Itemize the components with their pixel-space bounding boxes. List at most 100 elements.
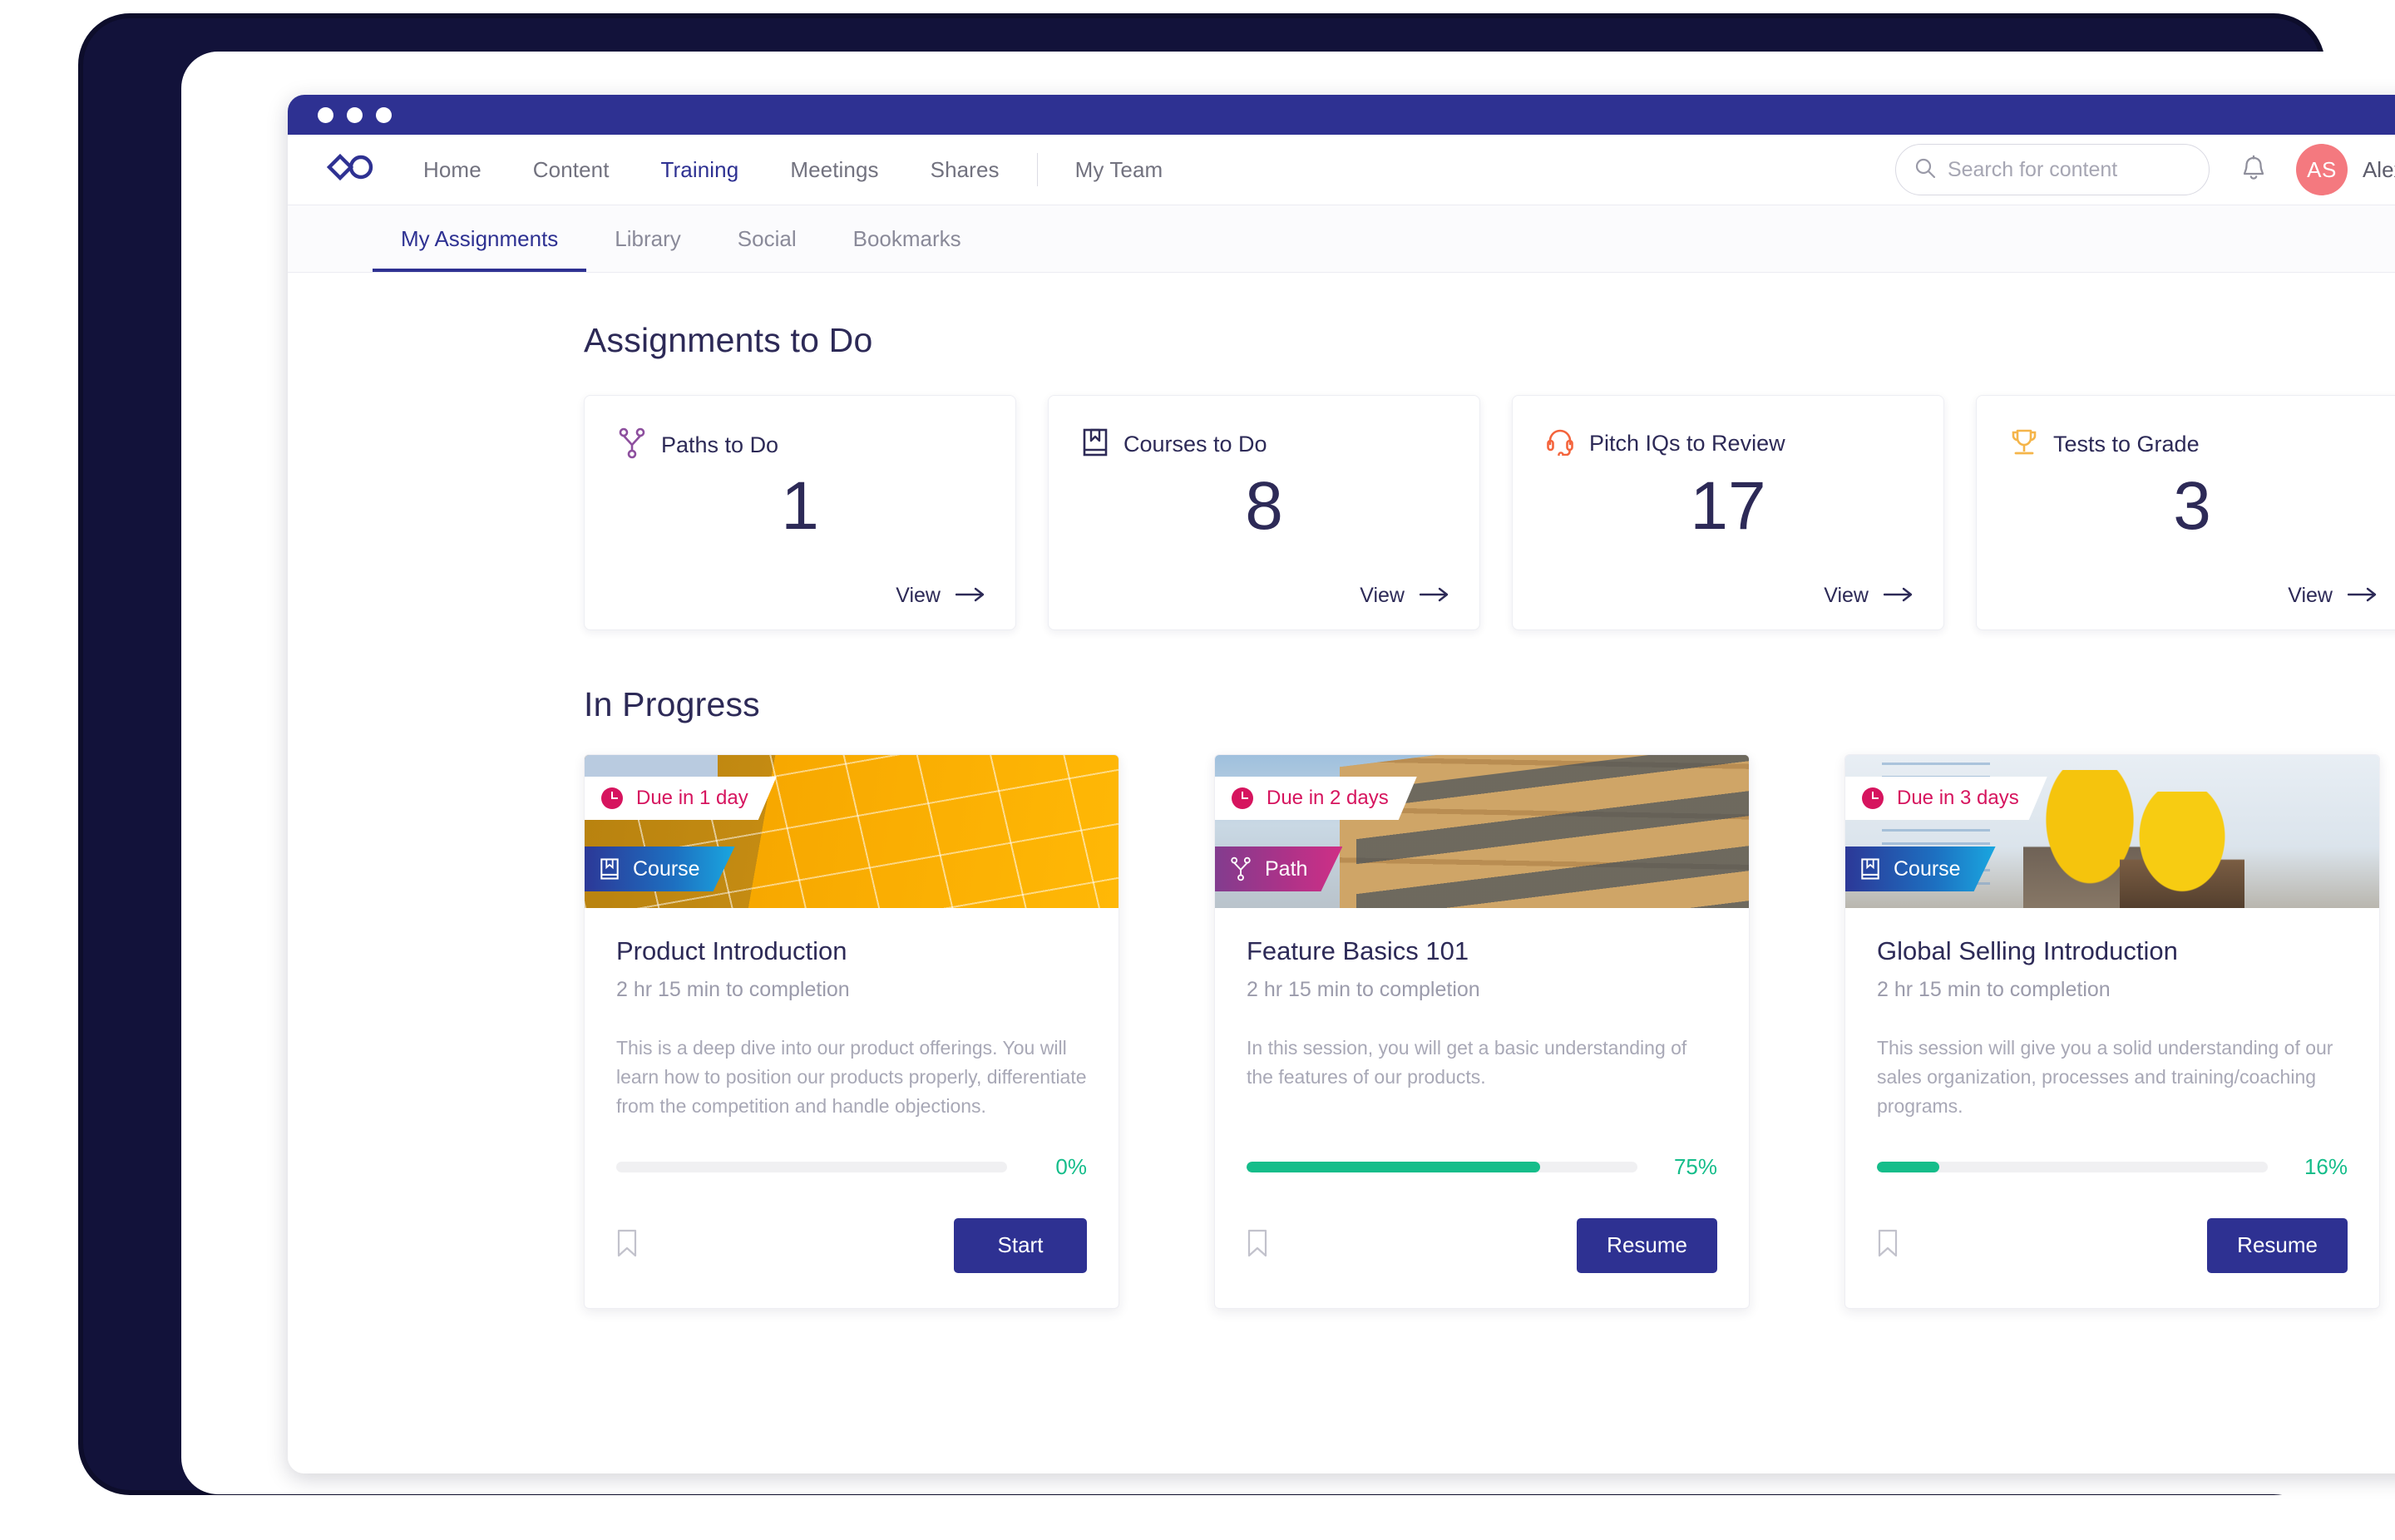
- card-title[interactable]: Global Selling Introduction: [1877, 936, 2348, 966]
- type-label: Path: [1265, 856, 1308, 881]
- in-progress-card[interactable]: Due in 3 days Course Global Selling Intr…: [1844, 754, 2380, 1309]
- nav-item-shares[interactable]: Shares: [905, 157, 1025, 183]
- laptop-frame: Home Content Training Meetings Shares My…: [83, 18, 2395, 1494]
- stat-card-header: Paths to Do: [585, 396, 1015, 463]
- assignments-stat-row: Paths to Do 1 View Courses to Do 8 View …: [584, 395, 2395, 630]
- window-maximize-dot[interactable]: [376, 106, 392, 123]
- tab-social[interactable]: Social: [709, 226, 825, 272]
- progress-row: 75%: [1247, 1154, 1717, 1180]
- card-title[interactable]: Product Introduction: [616, 936, 1087, 966]
- avatar[interactable]: AS: [2295, 144, 2348, 195]
- card-description: This is a deep dive into our product off…: [616, 1037, 1087, 1117]
- card-footer: 16% Resume: [1845, 1121, 2379, 1308]
- type-badge: Course: [585, 847, 735, 891]
- path-branch-icon: [1230, 856, 1252, 881]
- stat-card-count: 3: [2173, 468, 2211, 544]
- arrow-right-icon: [1419, 584, 1449, 608]
- window-close-dot[interactable]: [318, 106, 333, 123]
- sub-navigation-tabs: My Assignments Library Social Bookmarks: [288, 205, 2395, 273]
- tab-library[interactable]: Library: [586, 226, 709, 272]
- nav-item-content[interactable]: Content: [507, 157, 635, 183]
- due-label: Due in 2 days: [1267, 787, 1389, 809]
- stat-card-count: 8: [1245, 468, 1283, 544]
- stat-card-pitch-iqs-to-review[interactable]: Pitch IQs to Review 17 View: [1512, 395, 1944, 630]
- type-badge: Path: [1215, 847, 1342, 891]
- nav-item-my-team[interactable]: My Team: [1049, 157, 1189, 183]
- window-titlebar: [288, 95, 2395, 135]
- card-footer: 0% Start: [585, 1121, 1118, 1308]
- window-minimize-dot[interactable]: [347, 106, 363, 123]
- stat-card-tests-to-grade[interactable]: Tests to Grade 3 View: [1976, 395, 2395, 630]
- card-meta: 2 hr 15 min to completion: [616, 978, 850, 1001]
- book-icon: [600, 857, 620, 881]
- due-badge: Due in 2 days: [1215, 777, 1417, 820]
- nav-right-cluster: Search for content AS Alexa: [1894, 144, 2395, 195]
- arrow-right-icon: [2347, 584, 2378, 608]
- card-primary-button[interactable]: Resume: [2207, 1217, 2348, 1273]
- clock-icon: [601, 787, 623, 809]
- in-progress-card[interactable]: Due in 1 day Course Product Introduction…: [584, 754, 1119, 1309]
- trophy-icon: [2010, 427, 2038, 462]
- card-footer: 75% Resume: [1215, 1121, 1749, 1308]
- card-title[interactable]: Feature Basics 101: [1247, 936, 1717, 966]
- nav-divider: [1036, 153, 1038, 186]
- progress-percent-label: 16%: [2304, 1153, 2348, 1179]
- progress-bar-fill: [1877, 1161, 1940, 1172]
- headset-icon: [1546, 427, 1574, 460]
- card-actions: Resume: [1247, 1217, 1717, 1273]
- due-badge: Due in 3 days: [1845, 777, 2047, 820]
- card-primary-button[interactable]: Resume: [1577, 1217, 1717, 1273]
- bookmark-icon[interactable]: [1247, 1229, 1268, 1261]
- view-label: View: [2288, 584, 2333, 607]
- clock-icon: [1862, 787, 1884, 809]
- bookmark-icon[interactable]: [616, 1229, 638, 1261]
- progress-row: 16%: [1877, 1154, 2348, 1180]
- nav-item-meetings[interactable]: Meetings: [764, 157, 904, 183]
- card-description: In this session, you will get a basic un…: [1247, 1037, 1687, 1088]
- tab-my-assignments[interactable]: My Assignments: [373, 226, 587, 272]
- stat-card-courses-to-do[interactable]: Courses to Do 8 View: [1048, 395, 1480, 630]
- view-label: View: [896, 584, 941, 607]
- stat-card-view-link[interactable]: View: [2288, 584, 2378, 608]
- progress-percent-label: 75%: [1673, 1153, 1717, 1179]
- search-input[interactable]: Search for content: [1894, 144, 2210, 195]
- stat-card-view-link[interactable]: View: [896, 584, 985, 608]
- card-primary-button[interactable]: Start: [954, 1217, 1087, 1273]
- stat-card-label: Courses to Do: [1123, 432, 1267, 457]
- main-content: Assignments to Do Paths to Do 1 View Cou…: [288, 321, 2395, 1473]
- infinity-logo-icon[interactable]: [326, 153, 374, 186]
- type-label: Course: [633, 856, 700, 881]
- card-thumbnail-image: Due in 1 day Course: [585, 755, 1118, 908]
- path-branch-icon: [618, 427, 646, 463]
- username-label[interactable]: Alexa: [2363, 157, 2395, 183]
- stat-card-count: 1: [781, 468, 819, 544]
- bell-icon[interactable]: [2241, 155, 2266, 185]
- search-icon: [1914, 157, 1936, 183]
- progress-bar: [1247, 1161, 1637, 1172]
- progress-bar: [616, 1161, 1007, 1172]
- stat-card-label: Paths to Do: [661, 432, 779, 457]
- clock-icon: [1232, 787, 1253, 809]
- stat-card-view-link[interactable]: View: [1824, 584, 1914, 608]
- stat-card-label: Tests to Grade: [2053, 432, 2200, 457]
- stat-card-label: Pitch IQs to Review: [1589, 431, 1785, 456]
- card-thumbnail-image: Due in 2 days Path: [1215, 755, 1749, 908]
- in-progress-card[interactable]: Due in 2 days Path Feature Basics 101 2 …: [1214, 754, 1750, 1309]
- book-icon: [1082, 427, 1109, 462]
- browser-window: Home Content Training Meetings Shares My…: [288, 95, 2395, 1473]
- nav-item-home[interactable]: Home: [398, 157, 507, 183]
- type-label: Course: [1894, 856, 1961, 881]
- stat-card-paths-to-do[interactable]: Paths to Do 1 View: [584, 395, 1016, 630]
- card-body: Global Selling Introduction 2 hr 15 min …: [1845, 908, 2379, 1121]
- top-navigation-bar: Home Content Training Meetings Shares My…: [288, 135, 2395, 205]
- tab-bookmarks[interactable]: Bookmarks: [825, 226, 990, 272]
- nav-item-training[interactable]: Training: [635, 157, 765, 183]
- stat-card-view-link[interactable]: View: [1360, 584, 1449, 608]
- stat-card-header: Courses to Do: [1049, 396, 1479, 462]
- card-body: Product Introduction 2 hr 15 min to comp…: [585, 908, 1118, 1121]
- bookmark-icon[interactable]: [1877, 1229, 1899, 1261]
- in-progress-heading: In Progress: [584, 685, 760, 723]
- search-placeholder: Search for content: [1947, 157, 2118, 181]
- card-actions: Start: [616, 1217, 1087, 1273]
- book-icon: [1860, 857, 1880, 881]
